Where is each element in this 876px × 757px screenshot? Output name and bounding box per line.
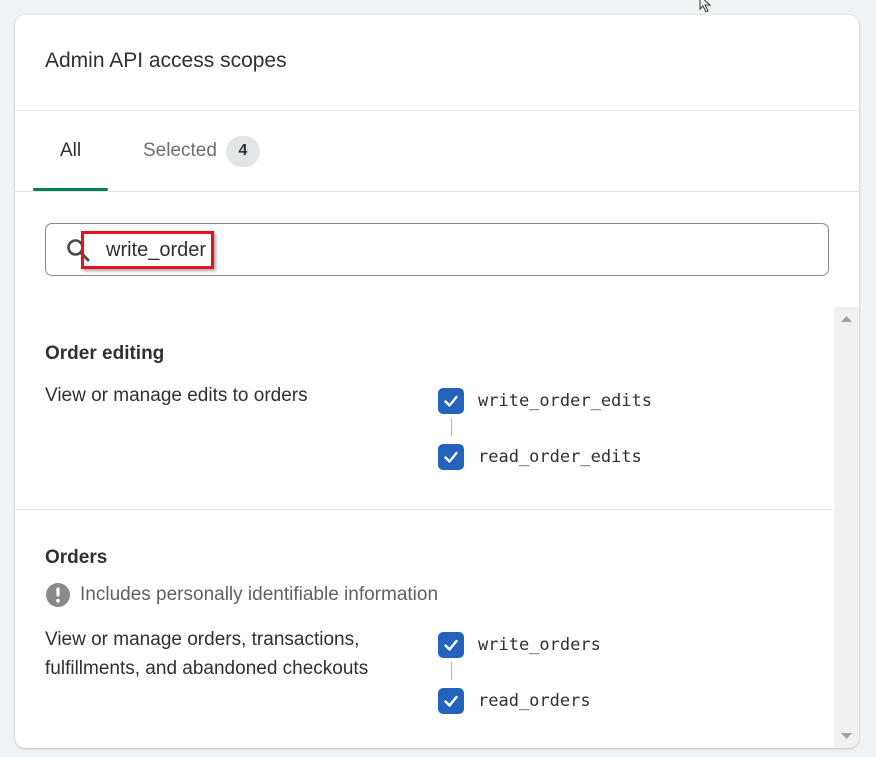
section-orders: Orders Includes personally identifiable … (15, 510, 834, 748)
scroll-down-arrow-icon[interactable] (841, 732, 852, 740)
scope-connector (451, 418, 452, 436)
section-order-editing: Order editing View or manage edits to or… (15, 307, 834, 510)
tab-selected[interactable]: Selected 4 (143, 111, 260, 191)
access-scopes-card: Admin API access scopes All Selected 4 O… (15, 15, 859, 748)
tab-bar: All Selected 4 (15, 111, 859, 192)
scope-label: read_orders (478, 691, 591, 711)
scope-read-orders[interactable]: read_orders (438, 688, 591, 714)
scope-checkbox[interactable] (438, 444, 464, 470)
scope-write-order-edits[interactable]: write_order_edits (438, 388, 652, 414)
pii-notice: Includes personally identifiable informa… (45, 582, 438, 608)
section-description: View or manage edits to orders (45, 385, 308, 406)
scope-label: write_orders (478, 635, 601, 655)
tab-all-label: All (59, 140, 82, 161)
scope-label: read_order_edits (478, 447, 642, 467)
scope-checkbox[interactable] (438, 632, 464, 658)
scopes-list: Order editing View or manage edits to or… (15, 307, 834, 748)
tab-all[interactable]: All (33, 111, 108, 191)
scope-checkbox[interactable] (438, 688, 464, 714)
search-field[interactable] (45, 223, 829, 276)
search-input[interactable] (106, 237, 706, 263)
pii-notice-text: Includes personally identifiable informa… (80, 584, 439, 605)
scope-write-orders[interactable]: write_orders (438, 632, 601, 658)
card-header: Admin API access scopes (15, 15, 859, 111)
section-title: Order editing (45, 343, 165, 364)
checkmark-icon (444, 451, 458, 463)
scope-label: write_order_edits (478, 391, 652, 411)
checkmark-icon (444, 695, 458, 707)
section-description: View or manage orders, transactions, ful… (45, 629, 369, 679)
selected-count-badge: 4 (225, 135, 260, 167)
scope-connector (451, 662, 452, 680)
card-title: Admin API access scopes (45, 49, 287, 72)
section-title: Orders (45, 547, 108, 568)
search-icon (67, 239, 90, 262)
scope-checkbox[interactable] (438, 388, 464, 414)
scrollbar[interactable] (834, 307, 859, 748)
scope-read-order-edits[interactable]: read_order_edits (438, 444, 642, 470)
scroll-up-arrow-icon[interactable] (841, 315, 852, 323)
checkmark-icon (444, 639, 458, 651)
cursor-icon (699, 0, 712, 12)
info-icon (46, 583, 70, 607)
tab-selected-label: Selected (143, 140, 217, 161)
checkmark-icon (444, 395, 458, 407)
